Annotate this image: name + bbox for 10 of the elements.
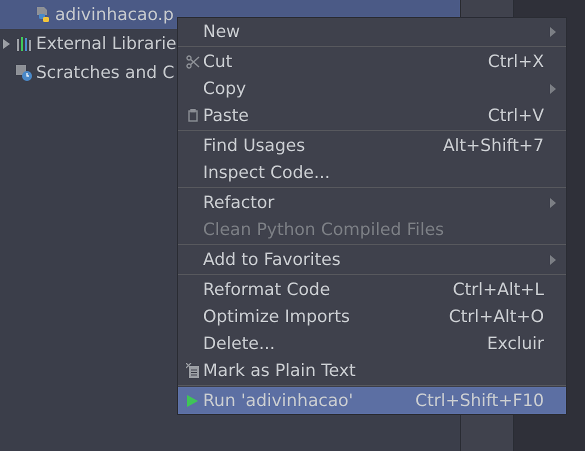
shortcut-label: Ctrl+Alt+O — [448, 306, 544, 326]
shortcut-label: Ctrl+Alt+L — [452, 280, 544, 300]
shortcut-label: Ctrl+X — [488, 52, 544, 72]
shortcut-label: Ctrl+V — [488, 106, 544, 126]
tree-item-label: adivinhacao.p — [55, 4, 174, 24]
tree-item-label: External Librarie — [36, 34, 176, 54]
shortcut-label: Ctrl+Shift+F10 — [415, 390, 544, 410]
shortcut-label: Excluir — [486, 334, 544, 354]
tree-item-label: Scratches and C — [36, 62, 174, 82]
shortcut-label: Alt+Shift+7 — [443, 136, 544, 156]
